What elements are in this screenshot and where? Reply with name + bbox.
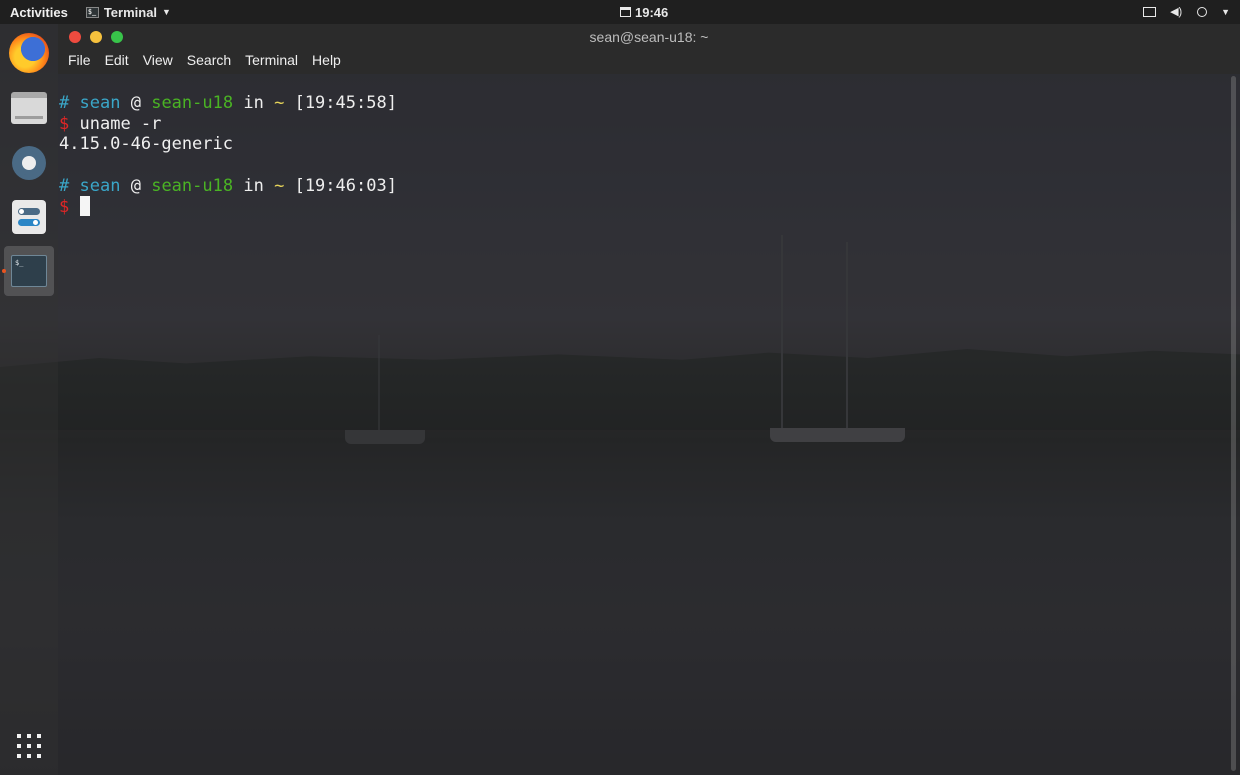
tweaks-icon bbox=[12, 200, 46, 234]
grid-icon bbox=[17, 754, 21, 758]
menu-bar: File Edit View Search Terminal Help bbox=[68, 52, 341, 68]
prompt-time: [19:45:58] bbox=[294, 93, 397, 113]
prompt-user: sean bbox=[79, 175, 121, 196]
files-icon bbox=[11, 92, 47, 124]
power-icon bbox=[1197, 7, 1208, 17]
grid-icon bbox=[17, 744, 21, 748]
dock-item-firefox[interactable] bbox=[4, 28, 54, 78]
prompt-dir: ~ bbox=[274, 93, 285, 113]
scrollbar[interactable] bbox=[1231, 76, 1236, 771]
menu-view[interactable]: View bbox=[143, 52, 173, 68]
prompt-in: in bbox=[243, 93, 264, 113]
terminal-window: sean@sean-u18: ~ File Edit View Search T… bbox=[58, 24, 1240, 775]
grid-icon bbox=[27, 754, 31, 758]
prompt-line: # sean @ sean-u18 in ~ [19:46:03] bbox=[59, 176, 1240, 197]
dock-item-terminal[interactable]: $_ bbox=[4, 246, 54, 296]
volume-icon: ◀) bbox=[1170, 6, 1183, 18]
chevron-down-icon: ▼ bbox=[162, 7, 171, 17]
menu-terminal[interactable]: Terminal bbox=[245, 52, 298, 68]
prompt-in: in bbox=[243, 175, 264, 196]
app-menu-label: Terminal bbox=[103, 4, 158, 20]
prompt-host: sean-u18 bbox=[151, 93, 234, 113]
prompt-at: @ bbox=[130, 93, 141, 113]
grid-icon bbox=[37, 744, 41, 748]
menu-search[interactable]: Search bbox=[187, 52, 231, 68]
calendar-icon bbox=[620, 7, 631, 17]
command-line: $ bbox=[59, 196, 1240, 217]
prompt-hash: # bbox=[59, 93, 70, 113]
window-title: sean@sean-u18: ~ bbox=[589, 29, 709, 45]
dock-item-files[interactable] bbox=[4, 83, 54, 133]
dock-item-tweaks[interactable] bbox=[4, 192, 54, 242]
dock: $_ bbox=[0, 24, 58, 775]
grid-icon bbox=[17, 734, 21, 738]
prompt-host: sean-u18 bbox=[151, 175, 234, 196]
running-indicator bbox=[2, 269, 6, 273]
dock-item-settings[interactable] bbox=[4, 138, 54, 188]
chevron-down-icon: ▼ bbox=[1221, 7, 1230, 17]
gear-icon bbox=[12, 146, 46, 180]
grid-icon bbox=[27, 734, 31, 738]
menu-file[interactable]: File bbox=[68, 52, 91, 68]
prompt-at: @ bbox=[130, 175, 141, 196]
prompt-line: # sean @ sean-u18 in ~ [19:45:58] bbox=[59, 93, 1240, 114]
command-text: uname -r bbox=[79, 113, 162, 134]
menu-help[interactable]: Help bbox=[312, 52, 341, 68]
terminal-app-icon: $_ bbox=[85, 6, 99, 18]
clock-time: 19:46 bbox=[635, 4, 669, 20]
text-cursor bbox=[79, 196, 90, 217]
title-bar[interactable]: sean@sean-u18: ~ File Edit View Search T… bbox=[58, 24, 1240, 74]
menu-edit[interactable]: Edit bbox=[105, 52, 129, 68]
prompt-dollar: $ bbox=[59, 113, 70, 134]
app-menu[interactable]: $_ Terminal ▼ bbox=[78, 5, 179, 20]
display-icon bbox=[1143, 7, 1157, 17]
grid-icon bbox=[27, 744, 31, 748]
firefox-icon bbox=[9, 33, 49, 73]
prompt-dollar: $ bbox=[59, 197, 70, 218]
prompt-hash: # bbox=[59, 175, 70, 196]
clock[interactable]: 19:46 bbox=[620, 0, 668, 24]
terminal-icon: $_ bbox=[11, 255, 47, 287]
grid-icon bbox=[37, 754, 41, 758]
prompt-user: sean bbox=[79, 93, 121, 113]
grid-icon bbox=[37, 734, 41, 738]
command-output: 4.15.0-46-generic bbox=[59, 134, 233, 155]
prompt-time: [19:46:03] bbox=[294, 175, 397, 196]
prompt-dir: ~ bbox=[274, 175, 285, 196]
terminal-output[interactable]: # sean @ sean-u18 in ~ [19:45:58] $ uname… bbox=[58, 74, 1240, 775]
activities-button[interactable]: Activities bbox=[0, 5, 78, 20]
top-bar: Activities $_ Terminal ▼ 19:46 ◀) ▼ bbox=[0, 0, 1240, 24]
show-applications-button[interactable] bbox=[17, 734, 41, 758]
system-tray[interactable]: ◀) ▼ bbox=[1143, 0, 1230, 24]
command-line: $ uname -r bbox=[59, 114, 1240, 135]
